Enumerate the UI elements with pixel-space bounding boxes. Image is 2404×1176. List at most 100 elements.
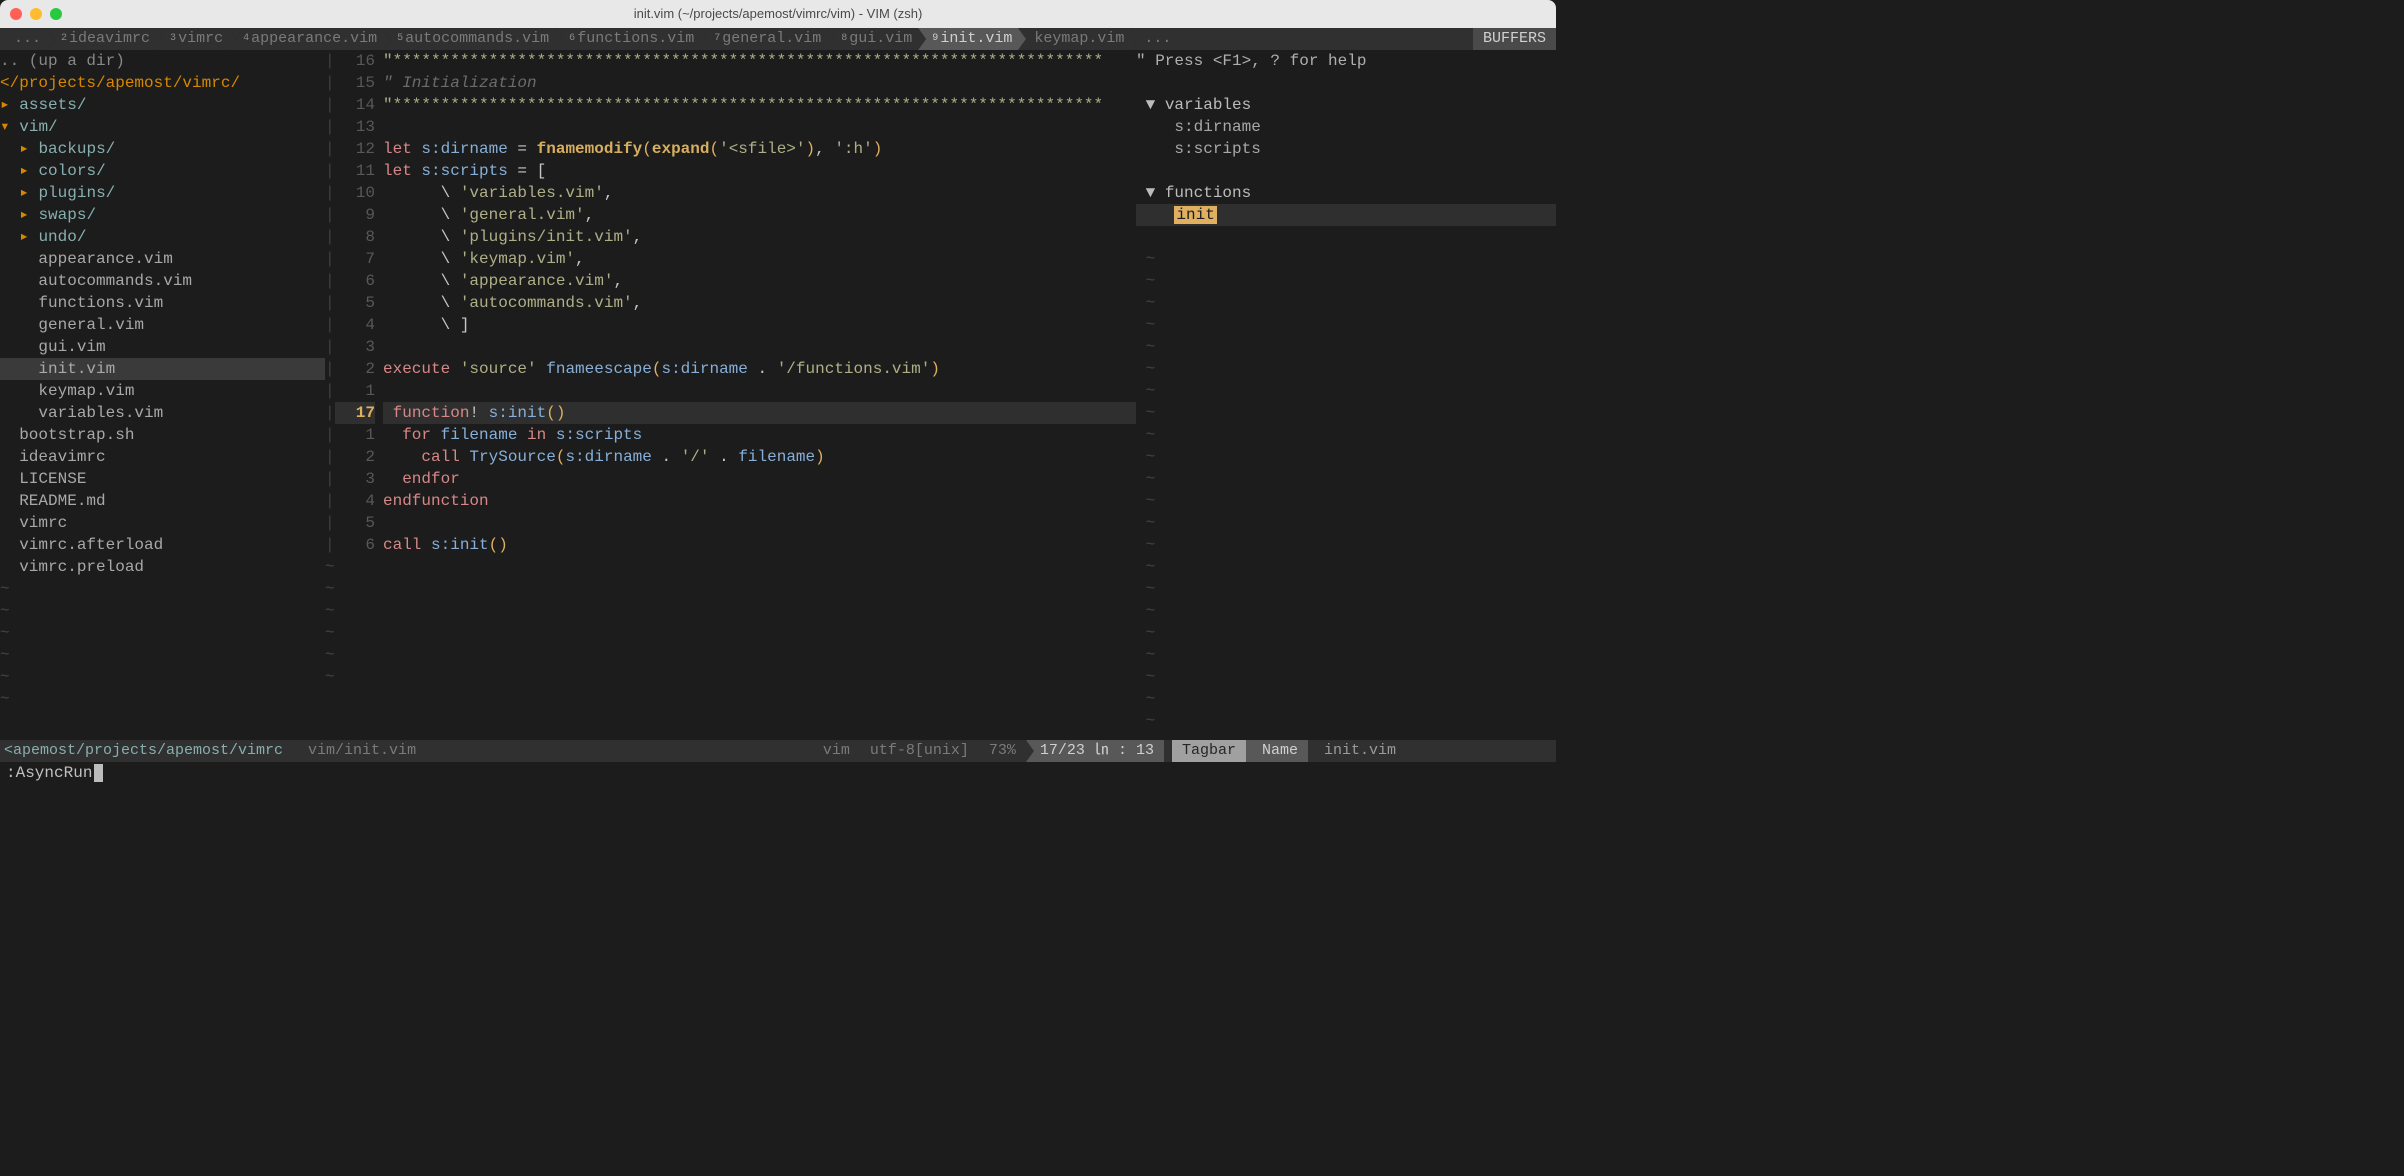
- empty-line: ~: [0, 688, 325, 710]
- nerdtree-entry[interactable]: ▸ assets/: [0, 94, 325, 116]
- nerdtree-entry[interactable]: general.vim: [0, 314, 325, 336]
- nerdtree-entry[interactable]: gui.vim: [0, 336, 325, 358]
- nerdtree-entry[interactable]: vimrc: [0, 512, 325, 534]
- nerdtree-entry[interactable]: ideavimrc: [0, 446, 325, 468]
- code-line[interactable]: [383, 336, 1136, 358]
- buffer-tabline: ... 2ideavimrc3vimrc4appearance.vim5auto…: [0, 28, 1556, 50]
- tagbar-item[interactable]: s:dirname: [1136, 116, 1556, 138]
- empty-line: ~: [1136, 402, 1556, 424]
- nerdtree-entry[interactable]: ▸ swaps/: [0, 204, 325, 226]
- buffer-tab[interactable]: keymap.vim: [1018, 28, 1130, 50]
- nerdtree-entry[interactable]: bootstrap.sh: [0, 424, 325, 446]
- nerdtree-entry[interactable]: keymap.vim: [0, 380, 325, 402]
- nerdtree-entry[interactable]: LICENSE: [0, 468, 325, 490]
- code-line[interactable]: for filename in s:scripts: [383, 424, 1136, 446]
- code-line[interactable]: endfunction: [383, 490, 1136, 512]
- code-line[interactable]: let s:dirname = fnamemodify(expand('<sfi…: [383, 138, 1136, 160]
- empty-line: ~: [0, 600, 325, 622]
- nerdtree-entry[interactable]: ▾ vim/: [0, 116, 325, 138]
- code-area[interactable]: "***************************************…: [383, 50, 1136, 740]
- nerdtree-entry[interactable]: init.vim: [0, 358, 325, 380]
- nerdtree-entry[interactable]: ▸ plugins/: [0, 182, 325, 204]
- code-line[interactable]: \ 'plugins/init.vim',: [383, 226, 1136, 248]
- line-number: 4: [335, 490, 375, 512]
- nerdtree-entry[interactable]: functions.vim: [0, 292, 325, 314]
- code-line[interactable]: [383, 512, 1136, 534]
- code-line[interactable]: [383, 380, 1136, 402]
- code-line[interactable]: \ 'appearance.vim',: [383, 270, 1136, 292]
- buffer-tab[interactable]: 9init.vim: [918, 28, 1018, 50]
- buffers-label: BUFFERS: [1473, 28, 1556, 50]
- code-line[interactable]: let s:scripts = [: [383, 160, 1136, 182]
- nerdtree-root[interactable]: </projects/apemost/vimrc/: [0, 72, 325, 94]
- nerdtree-entry[interactable]: ▸ colors/: [0, 160, 325, 182]
- code-line[interactable]: call TrySource(s:dirname . '/' . filenam…: [383, 446, 1136, 468]
- tagbar-item[interactable]: init: [1136, 204, 1556, 226]
- line-number: 3: [335, 468, 375, 490]
- buffer-tab[interactable]: 4appearance.vim: [229, 28, 383, 50]
- tagbar-item[interactable]: s:scripts: [1136, 138, 1556, 160]
- empty-line: ~: [1136, 512, 1556, 534]
- empty-line: ~: [0, 666, 325, 688]
- tagbar-pane[interactable]: " Press <F1>, ? for help ▼ variables s:d…: [1136, 50, 1556, 740]
- code-line[interactable]: [383, 116, 1136, 138]
- editor-pane[interactable]: |||||||||||||||||||||||~~~~~~ 1615141312…: [325, 50, 1136, 740]
- code-line[interactable]: \ 'autocommands.vim',: [383, 292, 1136, 314]
- nerdtree-entry[interactable]: autocommands.vim: [0, 270, 325, 292]
- nerdtree-entry[interactable]: ▸ undo/: [0, 226, 325, 248]
- line-number: 3: [335, 336, 375, 358]
- nerdtree-entry[interactable]: vimrc.afterload: [0, 534, 325, 556]
- nerdtree-entry[interactable]: appearance.vim: [0, 248, 325, 270]
- empty-line: ~: [1136, 424, 1556, 446]
- line-number: 8: [335, 226, 375, 248]
- nerdtree-entry[interactable]: README.md: [0, 490, 325, 512]
- command-line[interactable]: :AsyncRun: [0, 762, 1556, 784]
- empty-line: ~: [1136, 622, 1556, 644]
- nerdtree-pane[interactable]: .. (up a dir) </projects/apemost/vimrc/ …: [0, 50, 325, 740]
- empty-line: ~: [1136, 358, 1556, 380]
- status-percent: 73%: [979, 740, 1026, 762]
- line-number: 7: [335, 248, 375, 270]
- line-number: 4: [335, 314, 375, 336]
- code-line[interactable]: endfor: [383, 468, 1136, 490]
- code-line[interactable]: "***************************************…: [383, 94, 1136, 116]
- line-number: 17: [335, 402, 375, 424]
- empty-line: ~: [1136, 270, 1556, 292]
- buffer-tab[interactable]: 3vimrc: [156, 28, 229, 50]
- line-number: 2: [335, 358, 375, 380]
- empty-line: ~: [1136, 380, 1556, 402]
- line-number: 1: [335, 380, 375, 402]
- code-line[interactable]: \ 'general.vim',: [383, 204, 1136, 226]
- buffer-tab[interactable]: 7general.vim: [700, 28, 827, 50]
- status-encoding: utf-8[unix]: [860, 740, 979, 762]
- code-line[interactable]: "***************************************…: [383, 50, 1136, 72]
- code-line[interactable]: \ 'variables.vim',: [383, 182, 1136, 204]
- empty-line: ~: [0, 644, 325, 666]
- tagbar-section[interactable]: ▼ functions: [1136, 182, 1556, 204]
- nerdtree-entry[interactable]: vimrc.preload: [0, 556, 325, 578]
- main-area: .. (up a dir) </projects/apemost/vimrc/ …: [0, 50, 1556, 740]
- buffer-tab[interactable]: 8gui.vim: [827, 28, 918, 50]
- code-line[interactable]: \ ]: [383, 314, 1136, 336]
- code-line[interactable]: \ 'keymap.vim',: [383, 248, 1136, 270]
- status-filetype: vim: [813, 740, 860, 762]
- buffer-tab[interactable]: 6functions.vim: [555, 28, 700, 50]
- code-line[interactable]: call s:init(): [383, 534, 1136, 556]
- code-line[interactable]: function! s:init(): [383, 402, 1136, 424]
- nerdtree-entry[interactable]: ▸ backups/: [0, 138, 325, 160]
- code-line[interactable]: " Initialization: [383, 72, 1136, 94]
- line-number: 10: [335, 182, 375, 204]
- command-text: :AsyncRun: [6, 762, 92, 784]
- code-line[interactable]: execute 'source' fnameescape(s:dirname .…: [383, 358, 1136, 380]
- nerdtree-updir[interactable]: .. (up a dir): [0, 50, 325, 72]
- empty-line: ~: [0, 622, 325, 644]
- buffer-tab[interactable]: 2ideavimrc: [47, 28, 156, 50]
- empty-line: ~: [1136, 666, 1556, 688]
- buffer-ellipsis-left[interactable]: ...: [0, 28, 47, 50]
- line-number: 1: [335, 424, 375, 446]
- buffer-tab[interactable]: 5autocommands.vim: [383, 28, 555, 50]
- line-number: 12: [335, 138, 375, 160]
- line-number: 5: [335, 292, 375, 314]
- tagbar-section[interactable]: ▼ variables: [1136, 94, 1556, 116]
- nerdtree-entry[interactable]: variables.vim: [0, 402, 325, 424]
